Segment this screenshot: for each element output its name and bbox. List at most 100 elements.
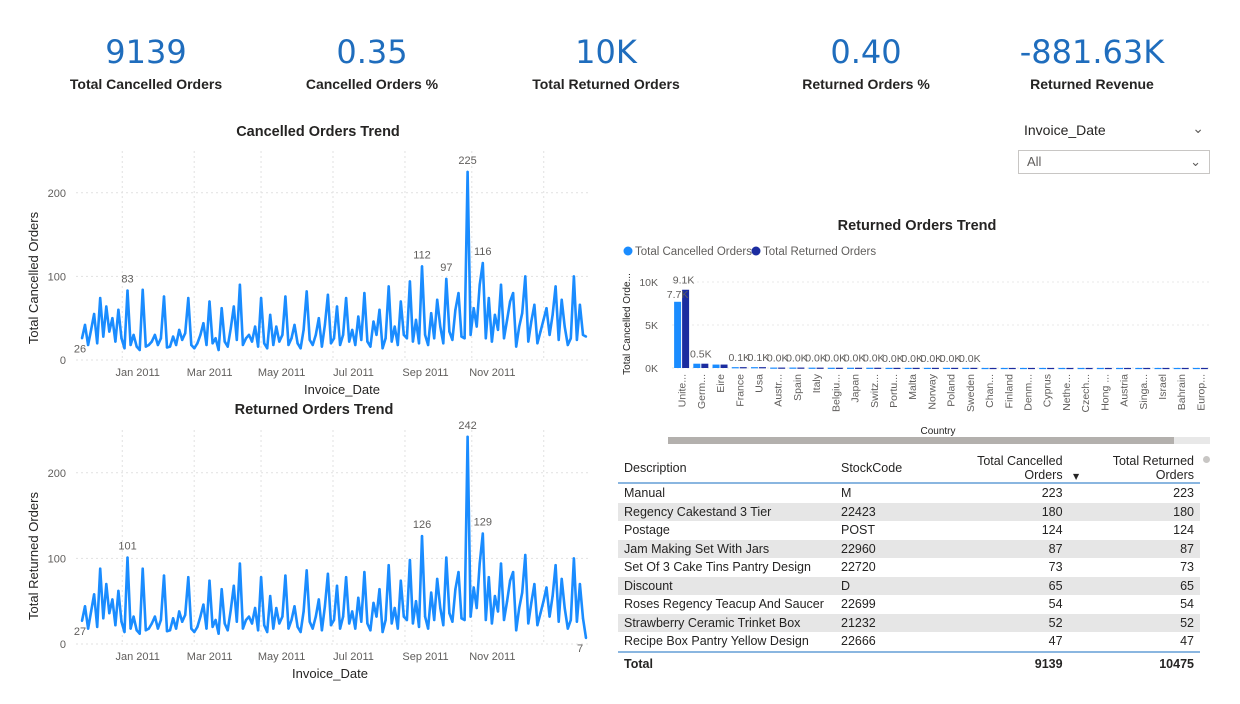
bar-cancelled[interactable] bbox=[1173, 367, 1181, 370]
data-point[interactable] bbox=[177, 328, 181, 332]
data-point[interactable] bbox=[229, 608, 232, 611]
data-point[interactable] bbox=[399, 579, 402, 582]
series-line[interactable] bbox=[80, 435, 588, 639]
data-point[interactable] bbox=[132, 333, 135, 337]
data-point[interactable] bbox=[92, 312, 96, 316]
data-point[interactable] bbox=[411, 340, 415, 343]
data-point[interactable] bbox=[162, 574, 166, 577]
data-point[interactable] bbox=[545, 586, 548, 589]
data-point[interactable] bbox=[581, 333, 585, 337]
data-point[interactable] bbox=[505, 600, 509, 603]
data-point[interactable] bbox=[423, 615, 427, 618]
data-point[interactable] bbox=[417, 625, 421, 629]
data-point[interactable] bbox=[363, 291, 366, 295]
data-point[interactable] bbox=[463, 618, 466, 622]
data-point[interactable] bbox=[238, 283, 242, 286]
data-point[interactable] bbox=[235, 620, 239, 623]
data-point[interactable] bbox=[278, 340, 281, 343]
data-point[interactable] bbox=[208, 579, 211, 582]
data-point[interactable] bbox=[83, 323, 87, 327]
bar-cancelled[interactable] bbox=[1096, 367, 1104, 370]
bar-returned[interactable] bbox=[1047, 367, 1055, 370]
data-point[interactable] bbox=[153, 333, 157, 337]
data-point[interactable] bbox=[308, 620, 311, 623]
data-point[interactable] bbox=[317, 317, 321, 320]
data-point[interactable] bbox=[533, 303, 536, 307]
data-point[interactable] bbox=[527, 622, 530, 625]
bar-cancelled[interactable] bbox=[1135, 367, 1143, 370]
data-point[interactable] bbox=[184, 332, 187, 335]
data-point[interactable] bbox=[129, 627, 132, 630]
data-point[interactable] bbox=[302, 328, 305, 332]
data-point[interactable] bbox=[326, 572, 330, 576]
bar-returned[interactable] bbox=[739, 367, 747, 369]
data-point[interactable] bbox=[381, 630, 384, 634]
bar-cancelled[interactable] bbox=[731, 367, 739, 369]
bar-cancelled[interactable] bbox=[674, 301, 682, 368]
data-point[interactable] bbox=[521, 591, 524, 594]
series-line[interactable] bbox=[80, 170, 587, 352]
data-point[interactable] bbox=[211, 342, 214, 345]
data-point[interactable] bbox=[548, 615, 551, 618]
data-point[interactable] bbox=[487, 576, 491, 579]
data-point[interactable] bbox=[126, 289, 129, 292]
data-point[interactable] bbox=[126, 556, 129, 559]
data-point[interactable] bbox=[332, 618, 336, 622]
table-row[interactable]: Regency Cakestand 3 Tier 22423 180 180 bbox=[618, 502, 1200, 521]
data-point[interactable] bbox=[259, 576, 263, 579]
data-point[interactable] bbox=[399, 300, 402, 303]
data-point[interactable] bbox=[111, 317, 114, 320]
bar-returned[interactable] bbox=[1066, 367, 1074, 370]
data-point[interactable] bbox=[190, 343, 193, 347]
bar-returned[interactable] bbox=[912, 367, 920, 370]
data-point[interactable] bbox=[92, 593, 96, 596]
data-point[interactable] bbox=[381, 347, 384, 350]
data-point[interactable] bbox=[320, 629, 324, 632]
data-point[interactable] bbox=[466, 170, 469, 174]
data-point[interactable] bbox=[156, 627, 160, 630]
bar-returned[interactable] bbox=[1181, 367, 1189, 370]
data-point[interactable] bbox=[266, 347, 269, 350]
data-point[interactable] bbox=[99, 296, 102, 300]
data-point[interactable] bbox=[396, 343, 399, 347]
table-row[interactable]: Jam Making Set With Jars 22960 87 87 bbox=[618, 539, 1200, 558]
data-point[interactable] bbox=[581, 617, 585, 620]
data-point[interactable] bbox=[250, 622, 254, 625]
data-point[interactable] bbox=[329, 623, 333, 627]
data-point[interactable] bbox=[445, 556, 448, 559]
bar-returned[interactable] bbox=[855, 367, 863, 369]
data-point[interactable] bbox=[299, 630, 302, 634]
bar-cancelled[interactable] bbox=[1116, 367, 1124, 370]
data-point[interactable] bbox=[472, 306, 475, 310]
data-point[interactable] bbox=[144, 629, 147, 632]
data-point[interactable] bbox=[360, 338, 363, 342]
data-point[interactable] bbox=[293, 605, 296, 608]
data-point[interactable] bbox=[423, 333, 427, 337]
data-point[interactable] bbox=[184, 613, 187, 617]
data-point[interactable] bbox=[293, 323, 296, 327]
data-point[interactable] bbox=[272, 627, 275, 630]
orders-table[interactable]: Description StockCode Total Cancelled Or… bbox=[618, 454, 1200, 675]
data-point[interactable] bbox=[129, 343, 132, 347]
data-point[interactable] bbox=[141, 288, 144, 291]
data-point[interactable] bbox=[275, 325, 278, 328]
data-point[interactable] bbox=[375, 615, 378, 618]
data-point[interactable] bbox=[132, 615, 135, 618]
data-point[interactable] bbox=[211, 625, 214, 629]
data-point[interactable] bbox=[475, 325, 478, 328]
table-row[interactable]: Recipe Box Pantry Yellow Design 22666 47… bbox=[618, 632, 1200, 652]
data-point[interactable] bbox=[80, 619, 84, 623]
data-point[interactable] bbox=[351, 328, 354, 332]
bar-returned[interactable] bbox=[816, 367, 824, 369]
data-point[interactable] bbox=[187, 296, 190, 300]
bar-cancelled[interactable] bbox=[943, 367, 951, 370]
data-point[interactable] bbox=[432, 618, 436, 622]
data-point[interactable] bbox=[366, 340, 369, 343]
data-point[interactable] bbox=[429, 591, 433, 594]
data-point[interactable] bbox=[226, 629, 229, 632]
data-point[interactable] bbox=[408, 280, 412, 283]
bar-returned[interactable] bbox=[797, 367, 805, 369]
data-point[interactable] bbox=[490, 340, 494, 343]
data-point[interactable] bbox=[496, 328, 500, 332]
slicer-header[interactable]: Invoice_Date ⌄ bbox=[1018, 120, 1210, 144]
